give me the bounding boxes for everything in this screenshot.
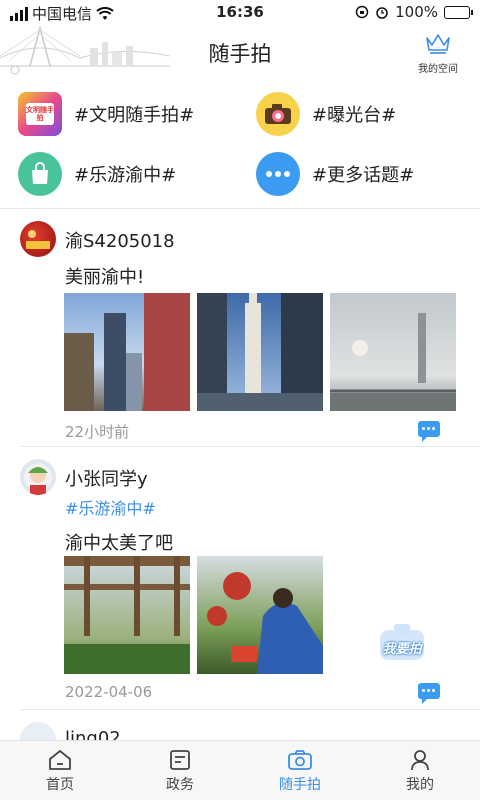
post-photo[interactable] [197,556,323,674]
status-right: 100% [355,3,473,21]
post-photo[interactable] [197,293,323,411]
post-text: 渝中太美了吧 [65,533,173,554]
crown-icon [426,34,450,54]
topic-more[interactable]: #更多话题# [256,152,414,196]
post-card[interactable]: 渝S4205018 美丽渝中! 22小时前 [0,209,480,447]
post-time: 22小时前 [65,423,130,441]
topic-exposure[interactable]: #曝光台# [256,92,396,136]
camera-icon [288,750,312,770]
rotation-lock-icon [355,5,369,19]
post-username[interactable]: 小张同学y [65,465,148,491]
post-photo[interactable] [64,293,190,411]
status-bar: 中国电信 16:36 100% [0,0,480,26]
bottom-tab-bar: 首页 政务 随手拍 我的 [0,740,480,800]
post-topic-tag[interactable]: #乐游渝中# [65,495,156,519]
comment-icon[interactable] [418,421,440,442]
post-photo[interactable] [64,556,190,674]
tab-label: 我的 [406,777,434,793]
my-space-button[interactable]: 我的空间 [408,32,468,75]
post-card[interactable]: 小张同学y #乐游渝中# 渝中太美了吧 2022-04-06 [0,447,480,709]
topic-label: #乐游渝中# [74,165,177,186]
post-photo[interactable] [330,293,456,411]
topic-leyou[interactable]: #乐游渝中# [18,152,176,196]
tab-mine[interactable]: 我的 [360,741,480,800]
comment-icon[interactable] [418,683,440,704]
topic-label: #文明随手拍# [74,105,195,126]
home-icon [49,750,71,770]
post-text: 美丽渝中! [65,267,145,288]
take-photo-button[interactable]: 我要拍 [376,622,428,666]
civilization-photo-icon: 文明随手拍 [18,92,62,136]
tab-government[interactable]: 政务 [120,741,240,800]
battery-percent: 100% [395,3,438,21]
my-space-label: 我的空间 [418,64,458,75]
post-username[interactable]: 渝S4205018 [65,227,175,253]
topic-grid: 文明随手拍 #文明随手拍# #曝光台# #乐游渝中# #更多话题# [0,84,480,208]
topic-badge: 文明随手拍 [26,103,54,125]
battery-icon [444,5,473,19]
alarm-icon [376,7,388,19]
post-username[interactable]: ling02 [65,728,121,740]
topic-label: #曝光台# [312,105,397,126]
topic-civilization[interactable]: 文明随手拍 #文明随手拍# [18,92,194,136]
post-time: 2022-04-06 [65,683,153,701]
tab-label: 政务 [166,777,194,793]
tab-home[interactable]: 首页 [0,741,120,800]
avatar[interactable] [20,459,56,495]
tab-label: 随手拍 [279,777,321,793]
camera-icon [256,92,300,136]
user-icon [411,750,429,771]
avatar[interactable] [20,722,56,740]
topic-label: #更多话题# [312,165,415,186]
tab-photo[interactable]: 随手拍 [240,741,360,800]
page-header: 随手拍 我的空间 [0,26,480,78]
more-dots-icon [256,152,300,196]
take-photo-label: 我要拍 [382,642,422,657]
tab-label: 首页 [46,777,74,793]
document-icon [170,750,190,770]
post-card[interactable]: ling02 [0,710,480,740]
shopping-bag-icon [18,152,62,196]
avatar[interactable] [20,221,56,257]
